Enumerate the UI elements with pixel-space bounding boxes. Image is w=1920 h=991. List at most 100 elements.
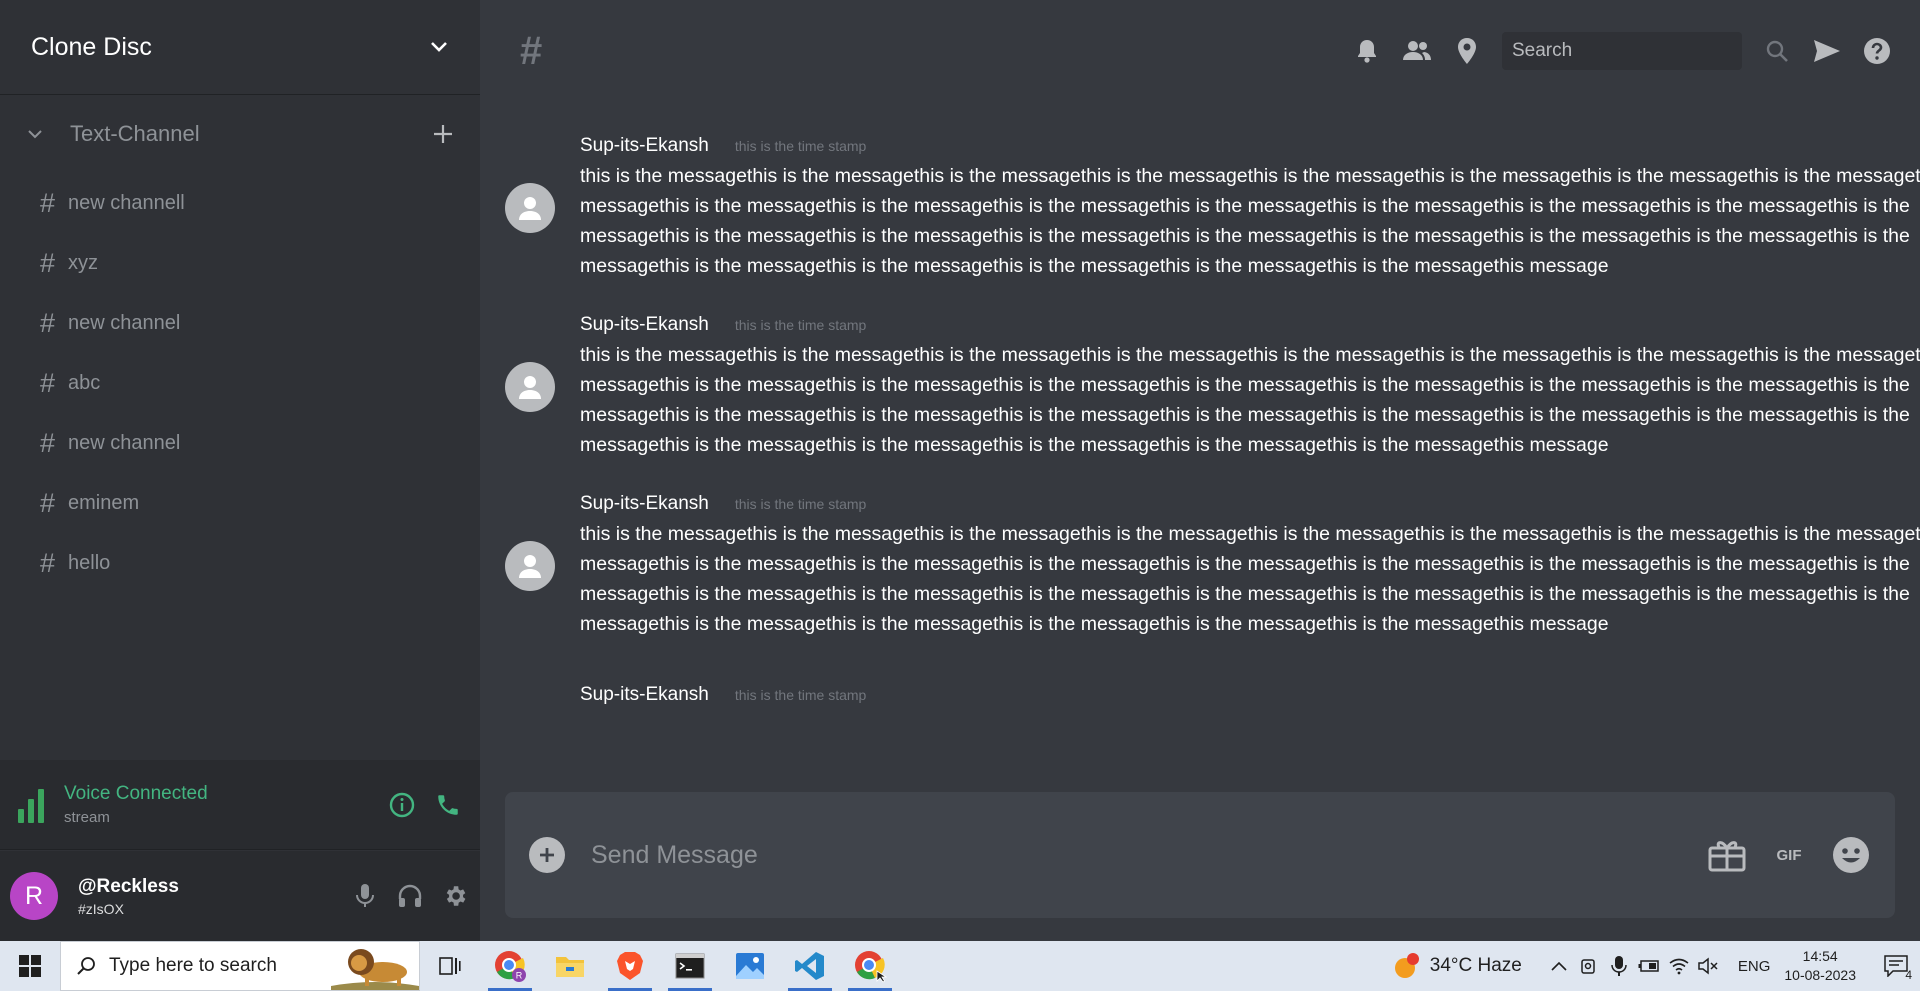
channel-label: abc: [68, 371, 101, 394]
microphone-icon[interactable]: [1605, 952, 1633, 980]
channel-label: new channell: [68, 191, 185, 214]
server-name: Clone Disc: [31, 32, 152, 61]
phone-icon[interactable]: [434, 791, 462, 819]
terminal-icon[interactable]: [660, 941, 720, 991]
avatar[interactable]: R: [10, 872, 58, 920]
username: @Reckless: [78, 875, 179, 897]
battery-icon[interactable]: [1635, 952, 1663, 980]
lion-illustration-icon: [331, 949, 419, 990]
user-avatar-icon[interactable]: [505, 183, 555, 233]
message: Sup-its-Ekansh this is the time stamp: [505, 672, 1900, 722]
message-author[interactable]: Sup-its-Ekansh: [580, 314, 709, 336]
user-avatar-icon[interactable]: [505, 541, 555, 591]
channel-label: hello: [68, 551, 111, 574]
user-tag: #zIsOX: [78, 900, 124, 917]
search-icon[interactable]: [1762, 36, 1792, 66]
hash-icon: #: [40, 487, 56, 518]
message-text: this is the messagethis is the messageth…: [580, 165, 1920, 277]
hash-icon: #: [40, 367, 56, 398]
add-channel-icon[interactable]: [430, 121, 456, 147]
message-author[interactable]: Sup-its-Ekansh: [580, 493, 709, 515]
chat-area: # Sup-its-Ekansh: [480, 0, 1920, 941]
search-input[interactable]: [1512, 40, 1662, 62]
search-box[interactable]: [1502, 32, 1742, 70]
channel-item[interactable]: # new channel: [0, 413, 480, 473]
send-icon[interactable]: [1812, 36, 1842, 66]
os-taskbar: R 34°C Haze: [0, 941, 1920, 991]
user-avatar-icon[interactable]: [505, 362, 555, 412]
chrome-icon[interactable]: [840, 941, 900, 991]
clock-date: 10-08-2023: [1784, 967, 1856, 983]
voice-title[interactable]: Voice Connected: [64, 783, 370, 805]
task-view-icon[interactable]: [420, 941, 480, 991]
emoji-icon[interactable]: [1831, 835, 1871, 875]
hash-icon: #: [40, 247, 56, 278]
chevron-down-icon[interactable]: [24, 123, 46, 145]
channel-item[interactable]: # abc: [0, 353, 480, 413]
message-text: this is the messagethis is the messageth…: [580, 344, 1920, 456]
user-panel: R @Reckless #zIsOX: [0, 851, 480, 941]
bell-icon[interactable]: [1352, 36, 1382, 66]
headphones-icon[interactable]: [395, 881, 425, 911]
pin-icon[interactable]: [1452, 36, 1482, 66]
taskbar-search-input[interactable]: [109, 955, 329, 977]
hash-icon: #: [40, 307, 56, 338]
server-header[interactable]: Clone Disc: [0, 0, 480, 95]
channel-sidebar: Clone Disc Text-Channel # new channell #…: [0, 0, 480, 941]
channel-label: xyz: [68, 251, 98, 274]
channel-list: # new channell # xyz # new channel # abc…: [0, 173, 480, 593]
clock[interactable]: 14:54 10-08-2023: [1784, 947, 1856, 985]
svg-text:R: R: [516, 971, 523, 981]
camera-icon[interactable]: [1575, 952, 1603, 980]
channel-item[interactable]: # new channel: [0, 293, 480, 353]
gift-icon[interactable]: [1707, 835, 1747, 875]
category-header[interactable]: Text-Channel: [0, 95, 480, 173]
chat-topbar: #: [480, 0, 1920, 102]
message-composer: GIF: [505, 792, 1895, 918]
channel-item[interactable]: # hello: [0, 533, 480, 593]
message-author[interactable]: Sup-its-Ekansh: [580, 135, 709, 157]
channel-label: new channel: [68, 311, 181, 334]
message: Sup-its-Ekansh this is the time stamp th…: [505, 493, 1920, 639]
message: Sup-its-Ekansh this is the time stamp th…: [505, 314, 1920, 460]
chrome-profile-icon[interactable]: R: [480, 941, 540, 991]
info-icon[interactable]: [388, 791, 416, 819]
members-icon[interactable]: [1402, 36, 1432, 66]
volume-muted-icon[interactable]: [1695, 952, 1723, 980]
message-timestamp: this is the time stamp: [734, 687, 867, 703]
hash-icon: #: [40, 187, 56, 218]
taskbar-search[interactable]: [60, 941, 420, 991]
language-indicator[interactable]: ENG: [1738, 958, 1771, 975]
notification-center-icon[interactable]: 4: [1872, 941, 1920, 991]
channel-item[interactable]: # eminem: [0, 473, 480, 533]
weather-widget[interactable]: 34°C Haze: [1392, 951, 1522, 981]
channel-label: eminem: [68, 491, 140, 514]
vscode-icon[interactable]: [780, 941, 840, 991]
mic-icon[interactable]: [350, 881, 380, 911]
help-icon[interactable]: [1862, 36, 1892, 66]
hash-icon: #: [40, 547, 56, 578]
message-timestamp: this is the time stamp: [734, 138, 867, 154]
message-input[interactable]: [591, 840, 1685, 870]
brave-browser-icon[interactable]: [600, 941, 660, 991]
chevron-up-icon[interactable]: [1545, 952, 1573, 980]
clock-time: 14:54: [1802, 948, 1838, 964]
wifi-icon[interactable]: [1665, 952, 1693, 980]
weather-sun-icon: [1394, 953, 1419, 978]
message-timestamp: this is the time stamp: [734, 317, 867, 333]
file-explorer-icon[interactable]: [540, 941, 600, 991]
notification-count: 4: [1905, 968, 1912, 982]
gear-icon[interactable]: [440, 881, 470, 911]
chevron-down-icon[interactable]: [429, 37, 449, 57]
voice-channel-name: stream: [64, 809, 110, 826]
windows-start-icon[interactable]: [0, 941, 60, 991]
channel-item[interactable]: # xyz: [0, 233, 480, 293]
message-timestamp: this is the time stamp: [734, 496, 867, 512]
search-icon: [77, 957, 95, 975]
photos-icon[interactable]: [720, 941, 780, 991]
message-author[interactable]: Sup-its-Ekansh: [580, 684, 709, 706]
gif-icon[interactable]: GIF: [1769, 835, 1809, 875]
message-text: this is the messagethis is the messageth…: [580, 523, 1920, 635]
channel-item[interactable]: # new channell: [0, 173, 480, 233]
add-attachment-icon[interactable]: [529, 837, 565, 873]
